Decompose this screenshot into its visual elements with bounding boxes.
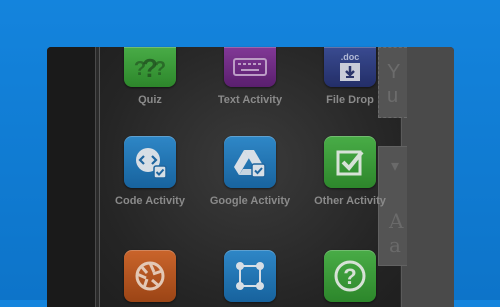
activity-google[interactable]: Google Activity: [195, 136, 305, 207]
activity-label: Google Activity: [209, 195, 291, 207]
activity-other[interactable]: Other Activity: [295, 136, 405, 207]
checkbox-icon: [324, 136, 376, 188]
keyboard-icon: [224, 47, 276, 87]
code-bubble-icon: [124, 136, 176, 188]
right-panel: [401, 47, 454, 307]
activity-tile-9[interactable]: ?: [295, 250, 405, 302]
doc-badge: .doc: [340, 52, 360, 62]
side-card-2-text-1: A: [389, 209, 404, 233]
activity-label: Text Activity: [217, 94, 283, 106]
svg-text:?: ?: [343, 264, 356, 289]
activity-quiz[interactable]: ??? Quiz: [95, 47, 205, 106]
activity-tile-8[interactable]: [195, 250, 305, 302]
question-circle-icon: ?: [324, 250, 376, 302]
doc-download-icon: .doc: [324, 47, 376, 87]
question-marks-icon: ???: [124, 47, 176, 87]
activity-tile-7[interactable]: [95, 250, 205, 302]
left-sidebar: [47, 47, 96, 307]
activity-label: File Drop: [326, 94, 374, 106]
svg-text:?: ?: [154, 58, 166, 80]
svg-text:?: ?: [134, 58, 146, 80]
nodes-icon: [224, 250, 276, 302]
activity-label: Quiz: [138, 94, 162, 106]
activity-label: Code Activity: [115, 195, 185, 207]
activity-text[interactable]: Text Activity: [195, 47, 305, 106]
google-drive-icon: [224, 136, 276, 188]
activity-file-drop[interactable]: .doc File Drop: [295, 47, 405, 106]
activity-code[interactable]: Code Activity: [95, 136, 205, 207]
activity-label: Other Activity: [314, 195, 386, 207]
aperture-icon: [124, 250, 176, 302]
